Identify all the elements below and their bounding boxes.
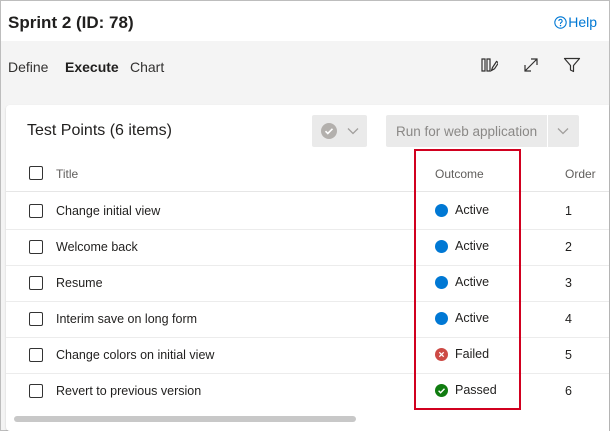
- row-order: 4: [565, 312, 572, 326]
- row-checkbox[interactable]: [29, 276, 43, 290]
- horizontal-scrollbar[interactable]: [14, 416, 356, 422]
- page-title: Sprint 2 (ID: 78): [8, 13, 134, 32]
- row-title: Resume: [56, 276, 103, 290]
- split-divider: [547, 115, 548, 147]
- help-link[interactable]: Help: [554, 14, 597, 30]
- outcome-column-highlight: [414, 149, 521, 410]
- mark-outcome-button[interactable]: [312, 115, 367, 147]
- tab-execute[interactable]: Execute: [65, 59, 119, 75]
- row-order: 5: [565, 348, 572, 362]
- row-checkbox[interactable]: [29, 384, 43, 398]
- row-checkbox[interactable]: [29, 312, 43, 326]
- row-checkbox[interactable]: [29, 204, 43, 218]
- window: Sprint 2 (ID: 78) Help Define Execute Ch…: [0, 0, 610, 431]
- chevron-down-icon[interactable]: [557, 126, 569, 136]
- chevron-down-icon: [347, 128, 359, 135]
- row-order: 3: [565, 276, 572, 290]
- row-title: Change initial view: [56, 204, 161, 218]
- help-icon: [554, 15, 567, 29]
- filter-icon[interactable]: [563, 56, 581, 74]
- row-order: 2: [565, 240, 572, 254]
- run-button-label: Run for web application: [396, 124, 538, 139]
- check-circle-icon: [321, 123, 337, 139]
- tab-bar: Define Execute Chart: [1, 41, 609, 93]
- row-order: 1: [565, 204, 572, 218]
- row-title: Change colors on initial view: [56, 348, 215, 362]
- column-header-order[interactable]: Order: [565, 167, 596, 181]
- row-title: Revert to previous version: [56, 384, 202, 398]
- row-order: 6: [565, 384, 572, 398]
- column-header-title[interactable]: Title: [56, 167, 78, 181]
- column-options-icon[interactable]: [480, 56, 498, 74]
- run-for-web-application-button[interactable]: Run for web application: [386, 115, 579, 147]
- tab-chart[interactable]: Chart: [130, 59, 164, 75]
- tab-define[interactable]: Define: [8, 59, 48, 75]
- row-checkbox[interactable]: [29, 240, 43, 254]
- row-checkbox[interactable]: [29, 348, 43, 362]
- select-all-checkbox[interactable]: [29, 166, 43, 180]
- header-bar: Sprint 2 (ID: 78) Help: [1, 1, 609, 41]
- row-title: Interim save on long form: [56, 312, 198, 326]
- expand-icon[interactable]: [522, 56, 540, 74]
- row-title: Welcome back: [56, 240, 138, 254]
- panel-title: Test Points (6 items): [27, 122, 172, 139]
- help-label: Help: [568, 14, 597, 30]
